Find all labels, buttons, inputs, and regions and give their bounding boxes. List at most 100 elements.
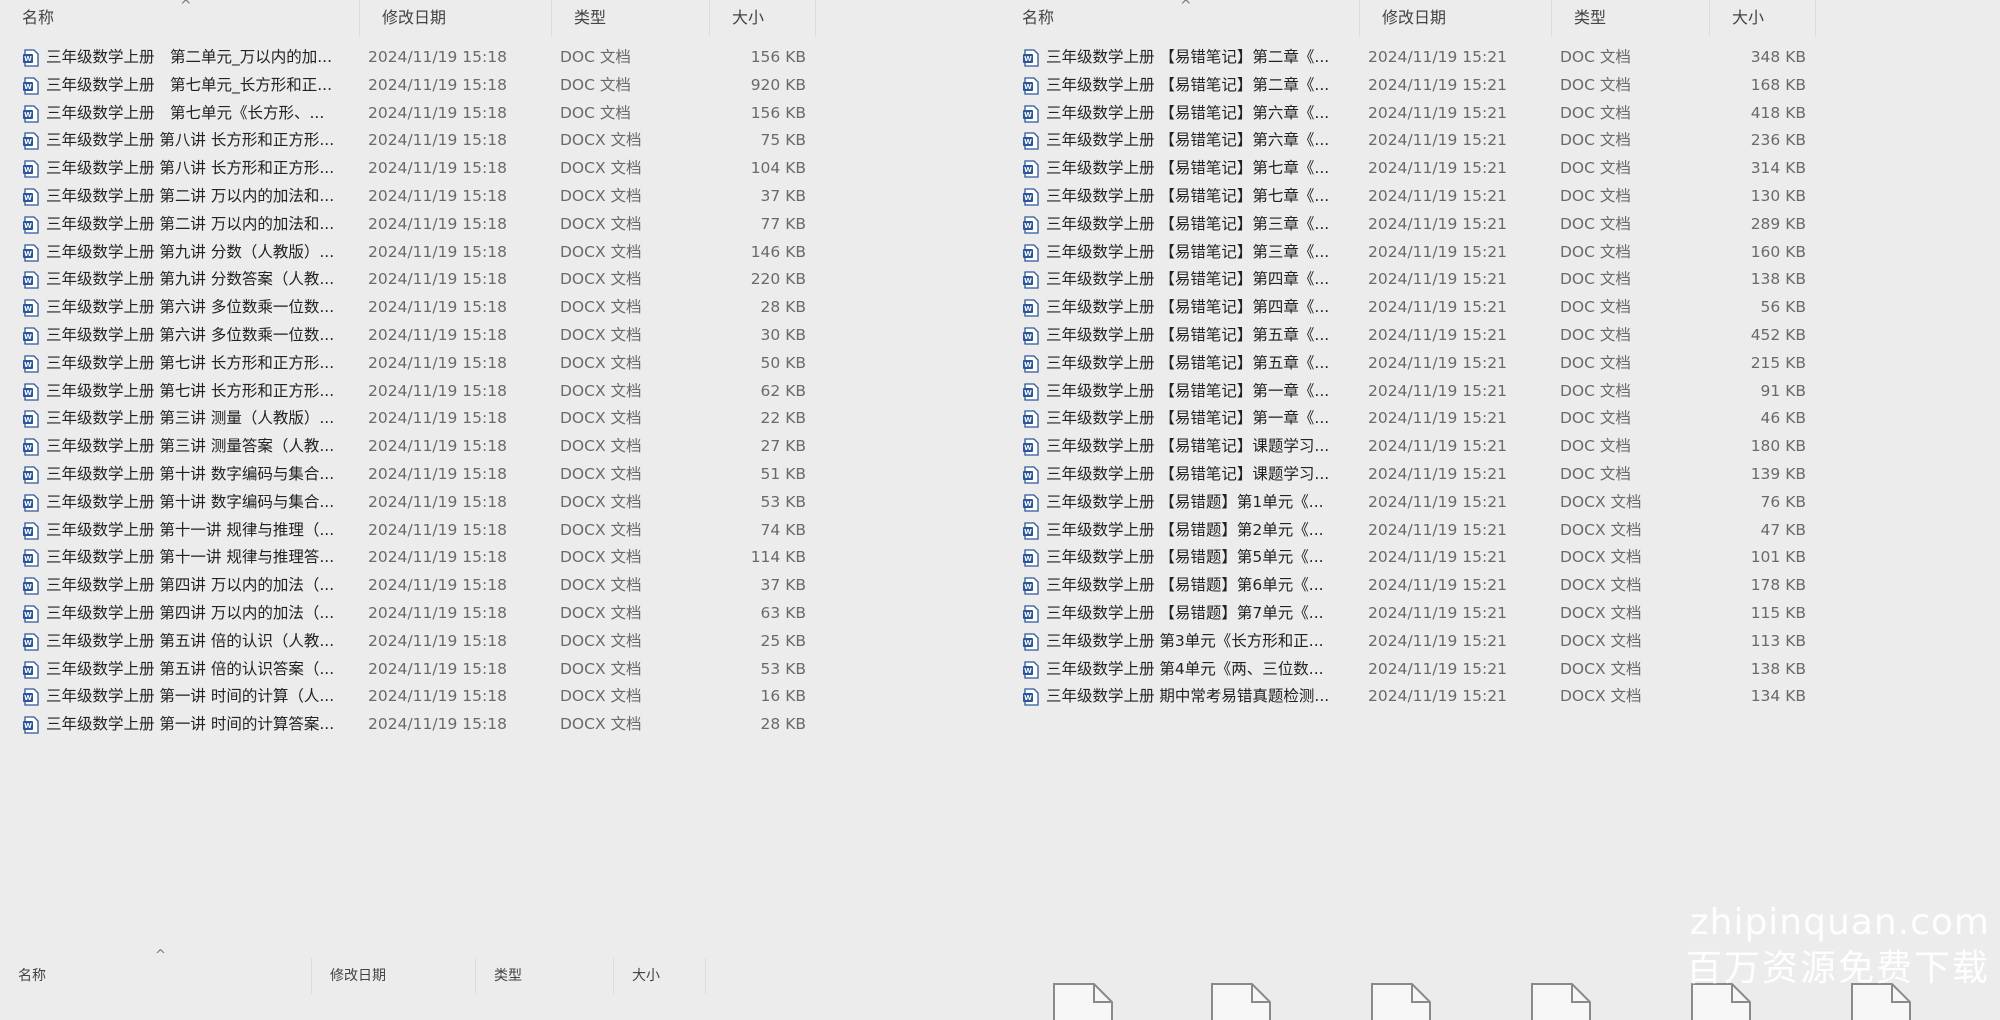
file-size: 178 KB bbox=[1750, 576, 1806, 595]
file-date: 2024/11/19 15:18 bbox=[368, 325, 507, 344]
file-name: 三年级数学上册 第4单元《两、三位数... bbox=[1046, 659, 1324, 678]
blank-file-icon[interactable] bbox=[1368, 980, 1434, 1020]
column-header-type[interactable]: 类型 bbox=[1552, 0, 1710, 36]
file-row[interactable]: W 三年级数学上册 第十讲 数字编码与集合... 2024/11/19 15:18 D… bbox=[0, 461, 820, 489]
file-row[interactable]: W 三年级数学上册 第一讲 时间的计算（人... 2024/11/19 15:18 D… bbox=[0, 683, 820, 711]
word-doc-icon: W bbox=[1023, 104, 1039, 123]
file-row[interactable]: W 三年级数学上册 第二讲 万以内的加法和... 2024/11/19 15:18 D… bbox=[0, 183, 820, 211]
file-size: 77 KB bbox=[760, 214, 806, 233]
file-row[interactable]: W 三年级数学上册 【易错笔记】第三章《... 2024/11/19 15:21 DO… bbox=[1000, 211, 1820, 239]
file-row[interactable]: W 三年级数学上册 【易错题】第2单元《... 2024/11/19 15:21 DO… bbox=[1000, 517, 1820, 545]
file-row[interactable]: W 三年级数学上册 【易错笔记】课题学习... 2024/11/19 15:21 DO… bbox=[1000, 461, 1820, 489]
file-row[interactable]: W 三年级数学上册 【易错笔记】第一章《... 2024/11/19 15:21 DO… bbox=[1000, 405, 1820, 433]
file-date: 2024/11/19 15:18 bbox=[368, 103, 507, 122]
word-doc-icon: W bbox=[1023, 605, 1039, 623]
sort-ascending-icon: ^ bbox=[1180, 0, 1192, 14]
file-row[interactable]: W 三年级数学上册 第十一讲 规律与推理答... 2024/11/19 15:18 D… bbox=[0, 544, 820, 572]
file-size: 28 KB bbox=[760, 715, 806, 734]
file-row[interactable]: W 三年级数学上册 【易错笔记】课题学习... 2024/11/19 15:21 DO… bbox=[1000, 433, 1820, 461]
file-row[interactable]: W 三年级数学上册 【易错笔记】第六章《... 2024/11/19 15:21 DO… bbox=[1000, 100, 1820, 128]
file-name: 三年级数学上册 【易错笔记】第五章《... bbox=[1046, 353, 1330, 372]
column-header-name[interactable]: 名称 ^ bbox=[1000, 0, 1360, 36]
file-name: 三年级数学上册 【易错笔记】第四章《... bbox=[1046, 270, 1330, 289]
file-row[interactable]: W 三年级数学上册 第七单元《长方形、... 2024/11/19 15:18 DOC… bbox=[0, 100, 820, 128]
file-row[interactable]: W 三年级数学上册 【易错笔记】第五章《... 2024/11/19 15:21 DO… bbox=[1000, 350, 1820, 378]
file-row[interactable]: W 三年级数学上册 【易错笔记】第四章《... 2024/11/19 15:21 DO… bbox=[1000, 266, 1820, 294]
file-size: 920 KB bbox=[750, 75, 806, 94]
column-header-size[interactable]: 大小 bbox=[710, 0, 816, 36]
svg-text:W: W bbox=[1024, 305, 1032, 313]
svg-text:W: W bbox=[24, 472, 32, 480]
column-header-date[interactable]: 修改日期 bbox=[1360, 0, 1552, 36]
file-row[interactable]: W 三年级数学上册 第二讲 万以内的加法和... 2024/11/19 15:18 D… bbox=[0, 211, 820, 239]
file-row[interactable]: W 三年级数学上册 第七单元_长方形和正... 2024/11/19 15:18 DO… bbox=[0, 72, 820, 100]
file-name: 三年级数学上册 第3单元《长方形和正... bbox=[1046, 631, 1324, 650]
column-header-name[interactable]: 名称 bbox=[0, 958, 312, 994]
file-size: 139 KB bbox=[1750, 464, 1806, 483]
file-row[interactable]: W 三年级数学上册 第十讲 数字编码与集合... 2024/11/19 15:18 D… bbox=[0, 489, 820, 517]
file-row[interactable]: W 三年级数学上册 第三讲 测量答案（人教... 2024/11/19 15:18 D… bbox=[0, 433, 820, 461]
word-doc-icon: W bbox=[1023, 355, 1039, 373]
file-row[interactable]: W 三年级数学上册 【易错笔记】第一章《... 2024/11/19 15:21 DO… bbox=[1000, 378, 1820, 406]
column-header-name[interactable]: 名称 ^ bbox=[0, 0, 360, 36]
file-row[interactable]: W 三年级数学上册 期中常考易错真题检测... 2024/11/19 15:21 DO… bbox=[1000, 683, 1820, 711]
file-row[interactable]: W 三年级数学上册 第一讲 时间的计算答案... 2024/11/19 15:18 D… bbox=[0, 711, 820, 739]
file-size: 138 KB bbox=[1750, 270, 1806, 289]
file-row[interactable]: W 三年级数学上册 【易错笔记】第四章《... 2024/11/19 15:21 DO… bbox=[1000, 294, 1820, 322]
column-header-type[interactable]: 类型 bbox=[552, 0, 710, 36]
file-row[interactable]: W 三年级数学上册 第四讲 万以内的加法（... 2024/11/19 15:18 D… bbox=[0, 600, 820, 628]
file-row[interactable]: W 三年级数学上册 【易错题】第7单元《... 2024/11/19 15:21 DO… bbox=[1000, 600, 1820, 628]
file-row[interactable]: W 三年级数学上册 【易错笔记】第二章《... 2024/11/19 15:21 DO… bbox=[1000, 44, 1820, 72]
file-row[interactable]: W 三年级数学上册 第八讲 长方形和正方形... 2024/11/19 15:18 D… bbox=[0, 155, 820, 183]
file-type: DOCX 文档 bbox=[1560, 520, 1642, 539]
file-row[interactable]: W 三年级数学上册 【易错笔记】第五章《... 2024/11/19 15:21 DO… bbox=[1000, 322, 1820, 350]
column-header-size[interactable]: 大小 bbox=[1710, 0, 1816, 36]
column-header-type-label: 类型 bbox=[1574, 8, 1607, 27]
file-date: 2024/11/19 15:21 bbox=[1368, 75, 1507, 94]
file-date: 2024/11/19 15:21 bbox=[1368, 381, 1507, 400]
file-row[interactable]: W 三年级数学上册 【易错笔记】第二章《... 2024/11/19 15:21 DO… bbox=[1000, 72, 1820, 100]
word-doc-icon: W bbox=[23, 577, 39, 595]
file-date: 2024/11/19 15:21 bbox=[1368, 270, 1507, 289]
file-row[interactable]: W 三年级数学上册 第六讲 多位数乘一位数... 2024/11/19 15:18 D… bbox=[0, 322, 820, 350]
file-row[interactable]: W 三年级数学上册 第十一讲 规律与推理（... 2024/11/19 15:18 D… bbox=[0, 517, 820, 545]
file-date: 2024/11/19 15:18 bbox=[368, 381, 507, 400]
file-row[interactable]: W 三年级数学上册 第九讲 分数答案（人教... 2024/11/19 15:18 D… bbox=[0, 266, 820, 294]
blank-file-icon[interactable] bbox=[1208, 980, 1274, 1020]
word-doc-icon: W bbox=[23, 104, 39, 123]
file-row[interactable]: W 三年级数学上册 第六讲 多位数乘一位数... 2024/11/19 15:18 D… bbox=[0, 294, 820, 322]
file-row[interactable]: W 三年级数学上册 【易错题】第5单元《... 2024/11/19 15:21 DO… bbox=[1000, 544, 1820, 572]
file-row[interactable]: W 三年级数学上册 第二单元_万以内的加... 2024/11/19 15:18 DO… bbox=[0, 44, 820, 72]
word-doc-icon: W bbox=[23, 271, 39, 290]
file-row[interactable]: W 三年级数学上册 第七讲 长方形和正方形... 2024/11/19 15:18 D… bbox=[0, 378, 820, 406]
file-row[interactable]: W 三年级数学上册 【易错笔记】第七章《... 2024/11/19 15:21 DO… bbox=[1000, 155, 1820, 183]
file-row[interactable]: W 三年级数学上册 【易错题】第6单元《... 2024/11/19 15:21 DO… bbox=[1000, 572, 1820, 600]
file-row[interactable]: W 三年级数学上册 【易错题】第1单元《... 2024/11/19 15:21 DO… bbox=[1000, 489, 1820, 517]
file-row[interactable]: W 三年级数学上册 【易错笔记】第六章《... 2024/11/19 15:21 DO… bbox=[1000, 127, 1820, 155]
file-name: 三年级数学上册 第三讲 测量答案（人教... bbox=[46, 437, 335, 456]
file-row[interactable]: W 三年级数学上册 第九讲 分数（人教版）... 2024/11/19 15:18 D… bbox=[0, 239, 820, 267]
file-row[interactable]: W 三年级数学上册 第七讲 长方形和正方形... 2024/11/19 15:18 D… bbox=[0, 350, 820, 378]
column-header-size[interactable]: 大小 bbox=[614, 958, 706, 994]
file-name: 三年级数学上册 【易错笔记】第五章《... bbox=[1046, 325, 1330, 344]
file-row[interactable]: W 三年级数学上册 第五讲 倍的认识（人教... 2024/11/19 15:18 D… bbox=[0, 628, 820, 656]
word-doc-icon: W bbox=[23, 299, 39, 317]
file-row[interactable]: W 三年级数学上册 第四讲 万以内的加法（... 2024/11/19 15:18 D… bbox=[0, 572, 820, 600]
blank-file-icon[interactable] bbox=[1528, 980, 1594, 1020]
file-date: 2024/11/19 15:18 bbox=[368, 576, 507, 595]
file-row[interactable]: W 三年级数学上册 第4单元《两、三位数... 2024/11/19 15:21 DO… bbox=[1000, 656, 1820, 684]
file-row[interactable]: W 三年级数学上册 第三讲 测量（人教版）... 2024/11/19 15:18 D… bbox=[0, 405, 820, 433]
file-date: 2024/11/19 15:18 bbox=[368, 159, 507, 178]
file-name: 三年级数学上册 第一讲 时间的计算答案... bbox=[46, 715, 335, 734]
file-type: DOCX 文档 bbox=[560, 464, 642, 483]
file-row[interactable]: W 三年级数学上册 第3单元《长方形和正... 2024/11/19 15:21 DO… bbox=[1000, 628, 1820, 656]
column-header-type[interactable]: 类型 bbox=[476, 958, 614, 994]
file-row[interactable]: W 三年级数学上册 第八讲 长方形和正方形... 2024/11/19 15:18 D… bbox=[0, 127, 820, 155]
blank-file-icon[interactable] bbox=[1050, 980, 1116, 1020]
file-row[interactable]: W 三年级数学上册 第五讲 倍的认识答案（... 2024/11/19 15:18 D… bbox=[0, 656, 820, 684]
file-row[interactable]: W 三年级数学上册 【易错笔记】第三章《... 2024/11/19 15:21 DO… bbox=[1000, 239, 1820, 267]
column-header-date[interactable]: 修改日期 bbox=[312, 958, 476, 994]
column-header-date[interactable]: 修改日期 bbox=[360, 0, 552, 36]
file-type: DOC 文档 bbox=[1560, 131, 1631, 150]
file-row[interactable]: W 三年级数学上册 【易错笔记】第七章《... 2024/11/19 15:21 DO… bbox=[1000, 183, 1820, 211]
